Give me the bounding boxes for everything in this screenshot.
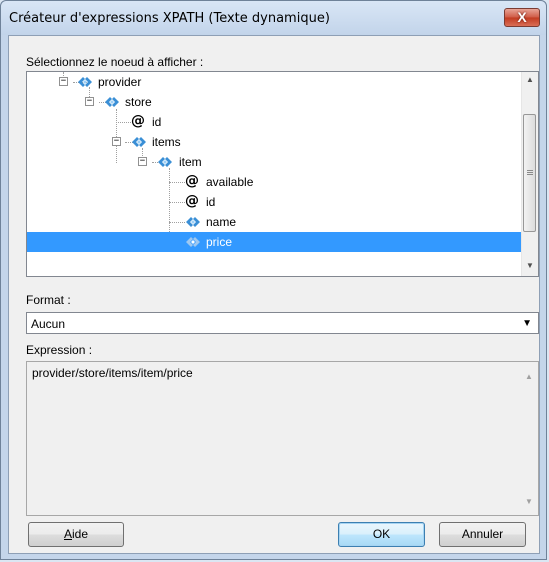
element-node-icon <box>105 97 119 107</box>
tree-label: Sélectionnez le noeud à afficher : <box>26 55 204 69</box>
element-node-icon <box>186 237 200 247</box>
element-node-icon <box>78 77 92 87</box>
help-label-rest: ide <box>72 527 89 541</box>
scroll-down-icon[interactable]: ▼ <box>525 498 533 506</box>
format-selected-value: Aucun <box>31 317 66 331</box>
tree-node-item[interactable]: − item <box>27 152 521 172</box>
scroll-up-icon[interactable]: ▲ <box>526 76 534 84</box>
title-bar[interactable]: Créateur d'expressions XPATH (Texte dyna… <box>1 1 546 35</box>
grip-line <box>527 174 533 175</box>
tree-node-provider[interactable]: − provider <box>27 72 521 92</box>
dialog-client-area: Sélectionnez le noeud à afficher : − pro… <box>8 35 540 554</box>
help-mnemonic: A <box>63 527 72 541</box>
tree-node-label: price <box>206 235 233 249</box>
close-button[interactable]: X <box>504 8 540 27</box>
node-tree[interactable]: − provider − store @ id − items − item @… <box>26 71 539 277</box>
format-label: Format : <box>26 293 71 307</box>
grip-line <box>527 170 533 171</box>
element-node-icon <box>132 137 146 147</box>
expression-textarea[interactable]: provider/store/items/item/price ▲ ▼ <box>26 361 539 516</box>
scroll-up-icon[interactable]: ▲ <box>525 373 533 381</box>
tree-node-name[interactable]: name <box>27 212 521 232</box>
expression-value: provider/store/items/item/price <box>32 366 193 380</box>
collapse-icon[interactable]: − <box>59 77 68 86</box>
ok-label: OK <box>372 527 391 541</box>
collapse-icon[interactable]: − <box>85 97 94 106</box>
ok-button[interactable]: OK <box>338 522 425 547</box>
scroll-thumb[interactable] <box>523 114 536 232</box>
tree-scrollbar[interactable]: ▲ ▼ <box>521 72 538 276</box>
dialog-window: Créateur d'expressions XPATH (Texte dyna… <box>0 0 547 560</box>
expression-scrollbar[interactable]: ▲ ▼ <box>521 362 538 515</box>
cancel-button[interactable]: Annuler <box>439 522 526 547</box>
collapse-icon[interactable]: − <box>138 157 147 166</box>
element-node-icon <box>186 217 200 227</box>
tree-node-label: provider <box>98 75 142 89</box>
help-button[interactable]: Aide <box>28 522 124 547</box>
tree-node-label: items <box>152 135 181 149</box>
attribute-node-icon: @ <box>185 193 199 209</box>
element-node-icon <box>158 157 172 167</box>
expression-label: Expression : <box>26 343 93 357</box>
attribute-node-icon: @ <box>131 113 145 129</box>
tree-node-label: store <box>125 95 152 109</box>
format-select[interactable]: Aucun ▼ <box>26 312 539 334</box>
tree-node-label: name <box>206 215 237 229</box>
dropdown-arrow-icon[interactable]: ▼ <box>522 318 532 329</box>
tree-node-label: available <box>206 175 254 189</box>
tree-node-store-id[interactable]: @ id <box>27 112 521 132</box>
close-icon: X <box>517 9 527 25</box>
tree-node-label: id <box>152 115 162 129</box>
tree-node-items[interactable]: − items <box>27 132 521 152</box>
tree-node-store[interactable]: − store <box>27 92 521 112</box>
scroll-down-icon[interactable]: ▼ <box>526 262 534 270</box>
tree-node-price[interactable]: price <box>27 232 521 252</box>
cancel-label: Annuler <box>461 527 504 541</box>
attribute-node-icon: @ <box>185 173 199 189</box>
tree-node-label: id <box>206 195 216 209</box>
collapse-icon[interactable]: − <box>112 137 121 146</box>
tree-node-label: item <box>179 155 202 169</box>
tree-node-available[interactable]: @ available <box>27 172 521 192</box>
tree-node-item-id[interactable]: @ id <box>27 192 521 212</box>
window-title: Créateur d'expressions XPATH (Texte dyna… <box>9 11 330 26</box>
grip-line <box>527 172 533 173</box>
